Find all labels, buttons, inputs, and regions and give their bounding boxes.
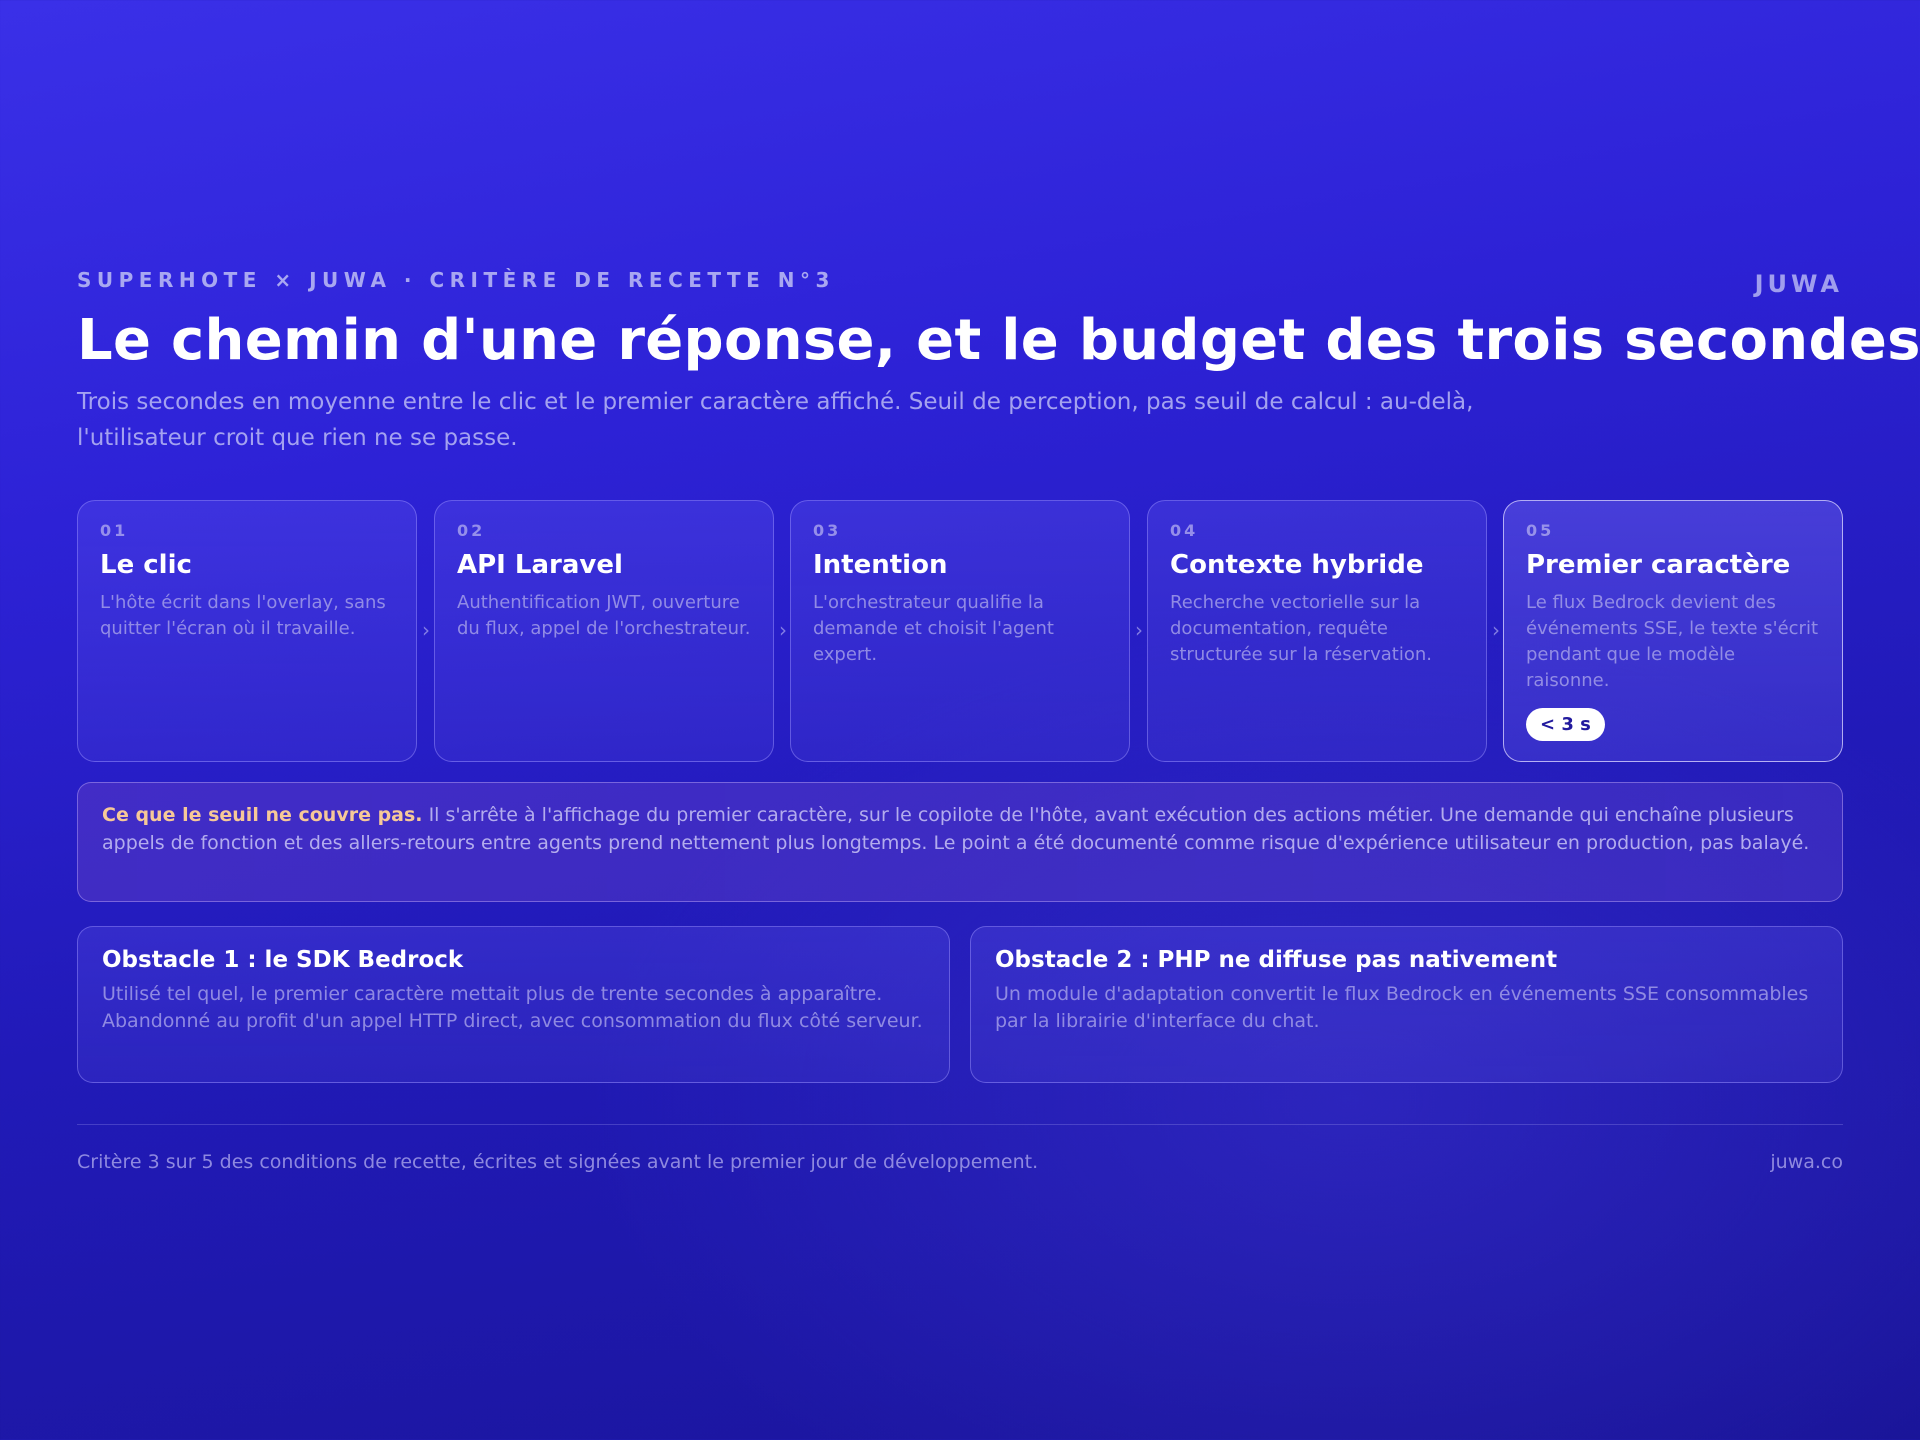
step-description: Recherche vectorielle sur la documentati…	[1170, 592, 1432, 665]
step-title: API Laravel	[457, 550, 623, 580]
step-description: Authentification JWT, ouverture du flux,…	[457, 592, 751, 639]
step-card-4: 04 Contexte hybride Recherche vectoriell…	[1147, 500, 1487, 762]
step-title: Intention	[813, 550, 948, 580]
obstacle-card-2: Obstacle 2 : PHP ne diffuse pas nativeme…	[970, 926, 1843, 1083]
chevron-right-icon: ›	[422, 618, 430, 642]
step-title: Premier caractère	[1526, 550, 1791, 580]
step-card-3: 03 Intention L'orchestrateur qualifie la…	[790, 500, 1130, 762]
step-card-1: 01 Le clic L'hôte écrit dans l'overlay, …	[77, 500, 417, 762]
page-title: Le chemin d'une réponse, et le budget de…	[77, 308, 1920, 373]
footer-website-link[interactable]: juwa.co	[1770, 1151, 1843, 1173]
step-card-5: 05 Premier caractère Le flux Bedrock dev…	[1503, 500, 1843, 762]
step-description: Le flux Bedrock devient des événements S…	[1526, 592, 1818, 691]
step-number: 01	[100, 521, 129, 540]
step-number: 04	[1170, 521, 1199, 540]
eyebrow: SUPERHOTE × JUWA · CRITÈRE DE RECETTE N°…	[77, 268, 835, 292]
steps-row: 01 Le clic L'hôte écrit dans l'overlay, …	[77, 500, 1843, 762]
step-number: 03	[813, 521, 842, 540]
slide: SUPERHOTE × JUWA · CRITÈRE DE RECETTE N°…	[77, 0, 1920, 1440]
chevron-right-icon: ›	[1135, 618, 1143, 642]
footer-note: Critère 3 sur 5 des conditions de recett…	[77, 1151, 1039, 1173]
obstacle-description: Utilisé tel quel, le premier caractère m…	[102, 983, 923, 1032]
obstacle-card-1: Obstacle 1 : le SDK Bedrock Utilisé tel …	[77, 926, 950, 1083]
step-title: Le clic	[100, 550, 192, 580]
obstacle-title: Obstacle 2 : PHP ne diffuse pas nativeme…	[995, 947, 1558, 973]
step-number: 05	[1526, 521, 1555, 540]
step-title: Contexte hybride	[1170, 550, 1424, 580]
footer-divider	[77, 1124, 1843, 1125]
step-description: L'orchestrateur qualifie la demande et c…	[813, 592, 1054, 665]
obstacle-description: Un module d'adaptation convertit le flux…	[995, 983, 1809, 1032]
step-card-2: 02 API Laravel Authentification JWT, ouv…	[434, 500, 774, 762]
step-description: L'hôte écrit dans l'overlay, sans quitte…	[100, 592, 386, 639]
threshold-note: Ce que le seuil ne couvre pas. Il s'arrê…	[77, 782, 1843, 902]
page-subtitle: Trois secondes en moyenne entre le clic …	[77, 389, 1474, 451]
obstacle-title: Obstacle 1 : le SDK Bedrock	[102, 947, 464, 973]
latency-badge: < 3 s	[1526, 708, 1605, 741]
note-lead: Ce que le seuil ne couvre pas.	[102, 804, 423, 826]
brand-logo: JUWA	[1754, 270, 1843, 298]
step-number: 02	[457, 521, 486, 540]
